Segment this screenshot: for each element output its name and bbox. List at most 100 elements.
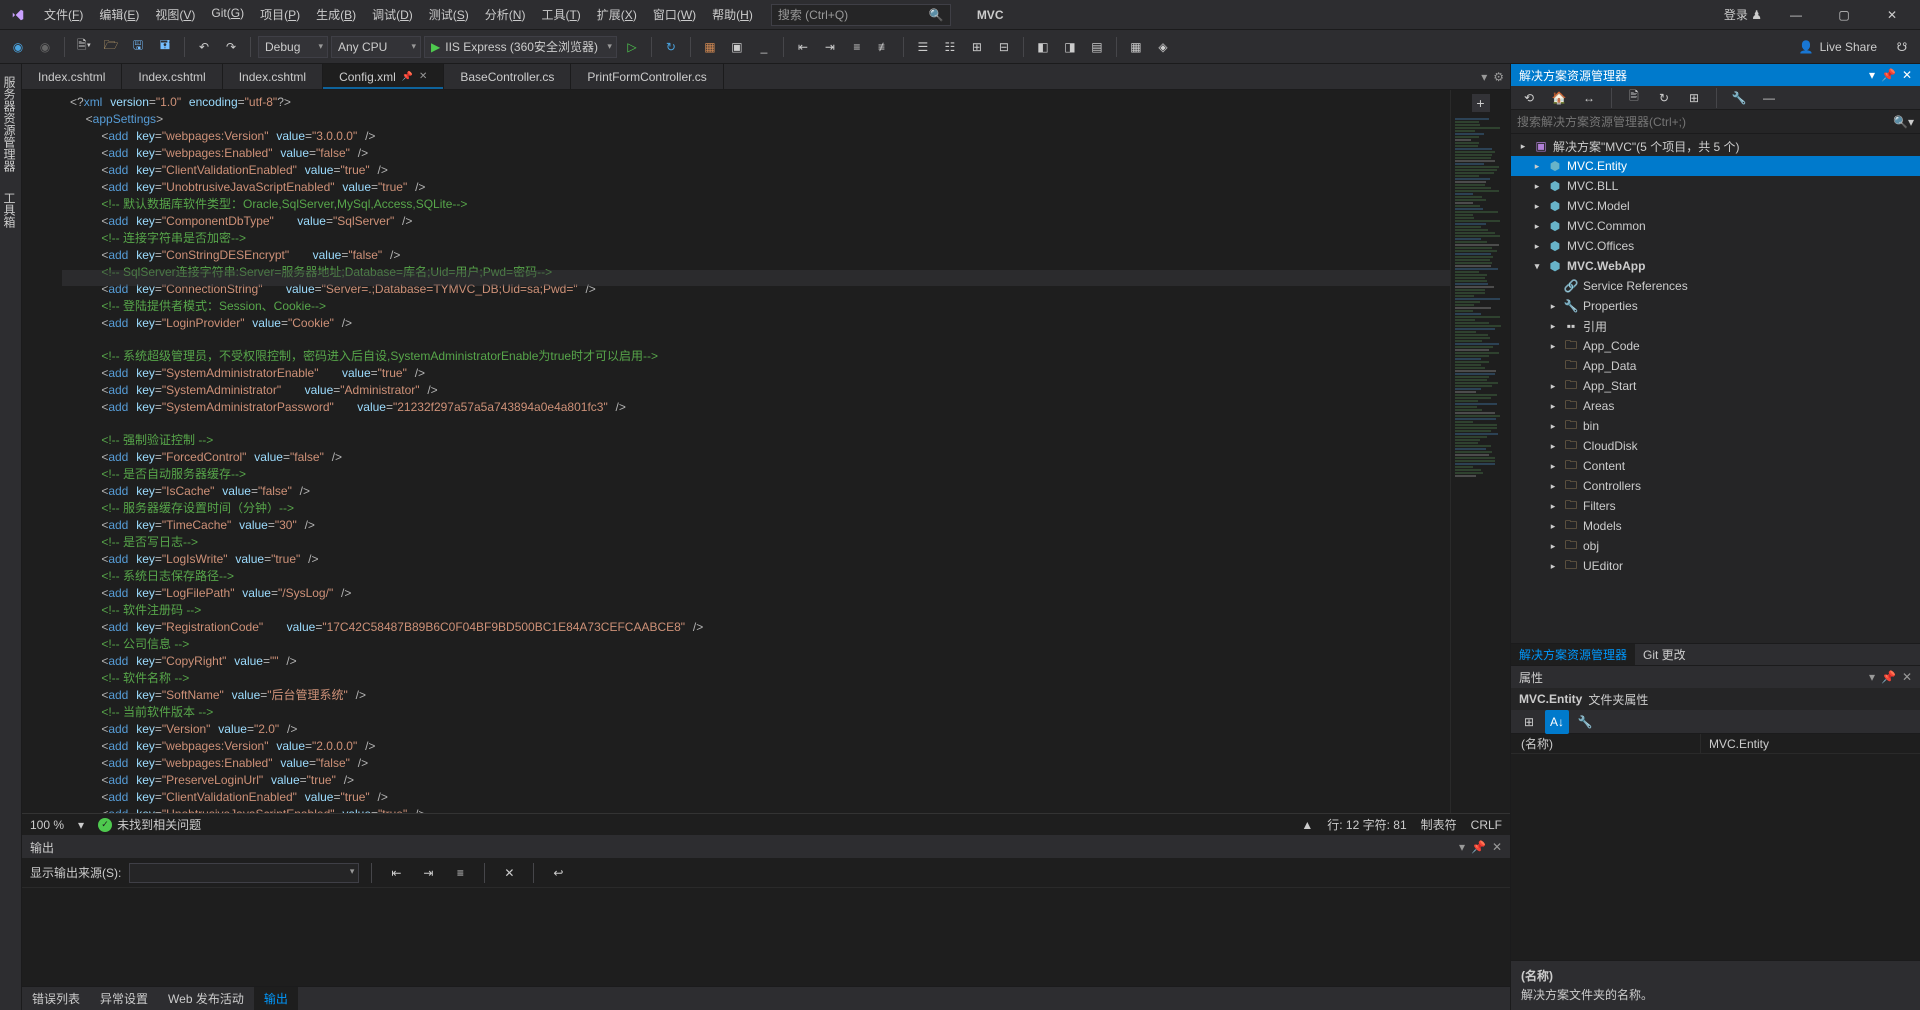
props-pages-button[interactable]: 🔧 (1573, 710, 1597, 734)
bottom-tab[interactable]: Web 发布活动 (158, 987, 254, 1010)
menu-窗口(W)[interactable]: 窗口(W) (645, 2, 704, 27)
pin-icon[interactable]: 📌 (402, 71, 413, 82)
se-properties-button[interactable]: 🔧 (1727, 86, 1751, 110)
menu-项目(P)[interactable]: 项目(P) (252, 2, 308, 27)
panel-pin-icon[interactable]: 📌 (1471, 840, 1486, 854)
solution-search-input[interactable] (1517, 115, 1893, 129)
tb-icon-3[interactable]: ☰ (911, 35, 935, 59)
menu-调试(D)[interactable]: 调试(D) (364, 2, 421, 27)
se-btn-2[interactable]: ⊞ (1682, 86, 1706, 110)
props-dropdown-icon[interactable]: ▾ (1869, 670, 1875, 684)
solution-search[interactable]: 🔍▾ (1511, 110, 1920, 134)
tb-icon-10[interactable]: ▦ (1124, 35, 1148, 59)
output-btn-2[interactable]: ⇥ (416, 861, 440, 885)
tb-icon-4[interactable]: ☷ (938, 35, 962, 59)
search-box[interactable]: 搜索 (Ctrl+Q) 🔍 (771, 4, 951, 26)
bottom-tab[interactable]: 异常设置 (90, 987, 158, 1010)
live-share-button[interactable]: 👤 Live Share (1789, 40, 1887, 54)
bottom-tab[interactable]: 输出 (254, 987, 298, 1010)
login-button[interactable]: 登录 ♟ (1718, 2, 1768, 27)
menu-生成(B)[interactable]: 生成(B) (308, 2, 364, 27)
tree-item[interactable]: ▸▣解决方案"MVC"(5 个项目，共 5 个) (1511, 136, 1920, 156)
nav-back-button[interactable]: ◉ (6, 35, 30, 59)
tree-item[interactable]: ▸🗀Areas (1511, 396, 1920, 416)
doc-tab[interactable]: Index.cshtml (223, 64, 323, 89)
nav-fwd-button[interactable]: ◉ (33, 35, 57, 59)
tree-item[interactable]: ▸⬢MVC.Model (1511, 196, 1920, 216)
eol-mode[interactable]: CRLF (1471, 818, 1502, 832)
output-clear-button[interactable]: ✕ (497, 861, 521, 885)
maximize-button[interactable]: ▢ (1824, 1, 1864, 29)
code-editor[interactable]: − − <?xml version="1.0" encoding="utf-8"… (22, 90, 1510, 813)
panel-dropdown-icon[interactable]: ▾ (1459, 840, 1465, 854)
minimize-button[interactable]: — (1776, 1, 1816, 29)
tree-item[interactable]: 🔗Service References (1511, 276, 1920, 296)
tree-item[interactable]: ▸🗀bin (1511, 416, 1920, 436)
bottom-tab[interactable]: 错误列表 (22, 987, 90, 1010)
tree-item[interactable]: ▸🗀Content (1511, 456, 1920, 476)
browser-link-button[interactable]: ▦ (698, 35, 722, 59)
menu-视图(V)[interactable]: 视图(V) (147, 2, 203, 27)
props-close-icon[interactable]: ✕ (1902, 670, 1912, 684)
tb-icon-7[interactable]: ◧ (1031, 35, 1055, 59)
refresh-button[interactable]: ↻ (659, 35, 683, 59)
tree-item[interactable]: 🗀App_Data (1511, 356, 1920, 376)
tab-overflow-button[interactable]: ▾ (1481, 70, 1487, 84)
doc-tab[interactable]: Index.cshtml (122, 64, 222, 89)
tree-item[interactable]: ▸🗀Models (1511, 516, 1920, 536)
close-button[interactable]: ✕ (1872, 1, 1912, 29)
indent-inc-button[interactable]: ⇥ (818, 35, 842, 59)
se-btn-1[interactable]: 🖹 (1622, 86, 1646, 110)
se-sync-button[interactable]: ↔ (1577, 86, 1601, 110)
config-dropdown[interactable]: Debug (258, 36, 328, 58)
se-home-button[interactable]: ⟲ (1517, 86, 1541, 110)
feedback-button[interactable]: ☋ (1890, 35, 1914, 59)
se-dropdown-icon[interactable]: ▾ (1869, 68, 1875, 82)
doc-tab[interactable]: Index.cshtml (22, 64, 122, 89)
tree-item[interactable]: ▸🗀CloudDisk (1511, 436, 1920, 456)
menu-工具(T)[interactable]: 工具(T) (533, 2, 588, 27)
comment-button[interactable]: ≡ (845, 35, 869, 59)
split-add-button[interactable]: + (1472, 94, 1490, 112)
issues-status[interactable]: ✓未找到相关问题 (98, 816, 201, 833)
prop-row[interactable]: (名称)MVC.Entity (1511, 734, 1920, 754)
indent-mode[interactable]: 制表符 (1421, 816, 1457, 833)
output-btn-1[interactable]: ⇤ (384, 861, 408, 885)
tb-icon-8[interactable]: ◨ (1058, 35, 1082, 59)
indent-dec-button[interactable]: ⇤ (791, 35, 815, 59)
doc-tab[interactable]: BaseController.cs (444, 64, 571, 89)
menu-文件(F)[interactable]: 文件(F) (36, 2, 91, 27)
minimap[interactable]: + (1450, 90, 1510, 813)
tree-item[interactable]: ▸🗀Controllers (1511, 476, 1920, 496)
uncomment-button[interactable]: ≢ (872, 35, 896, 59)
tb-icon-6[interactable]: ⊟ (992, 35, 1016, 59)
tb-icon-2[interactable]: _ (752, 35, 776, 59)
tree-item[interactable]: ▸⬢MVC.Common (1511, 216, 1920, 236)
tree-item[interactable]: ▸🗀obj (1511, 536, 1920, 556)
undo-button[interactable]: ↶ (192, 35, 216, 59)
menu-测试(S)[interactable]: 测试(S) (421, 2, 477, 27)
menu-帮助(H)[interactable]: 帮助(H) (704, 2, 761, 27)
menu-Git(G)[interactable]: Git(G) (203, 2, 252, 27)
props-cat-button[interactable]: ⊞ (1517, 710, 1541, 734)
tb-icon-1[interactable]: ▣ (725, 35, 749, 59)
rail-server-explorer[interactable]: 服务器资源管理器 (2, 72, 19, 176)
se-pin-icon[interactable]: 📌 (1881, 68, 1896, 82)
tree-item[interactable]: ▸⬢MVC.Entity (1511, 156, 1920, 176)
props-pin-icon[interactable]: 📌 (1881, 670, 1896, 684)
output-btn-3[interactable]: ≡ (448, 861, 472, 885)
open-button[interactable]: 🗁 (99, 35, 123, 59)
tb-icon-9[interactable]: ▤ (1085, 35, 1109, 59)
se-showall-button[interactable]: — (1757, 86, 1781, 110)
doc-tab[interactable]: PrintFormController.cs (571, 64, 723, 89)
tb-icon-5[interactable]: ⊞ (965, 35, 989, 59)
platform-dropdown[interactable]: Any CPU (331, 36, 421, 58)
se-home-button[interactable]: 🏠 (1547, 86, 1571, 110)
tree-item[interactable]: ▸⬢MVC.Offices (1511, 236, 1920, 256)
tree-item[interactable]: ▸⬢MVC.BLL (1511, 176, 1920, 196)
menu-编辑(E)[interactable]: 编辑(E) (91, 2, 147, 27)
tree-item[interactable]: ▸🗀App_Start (1511, 376, 1920, 396)
zoom-level[interactable]: 100 % (30, 818, 64, 832)
tree-item[interactable]: ▸🔧Properties (1511, 296, 1920, 316)
output-source-dropdown[interactable] (129, 863, 359, 883)
